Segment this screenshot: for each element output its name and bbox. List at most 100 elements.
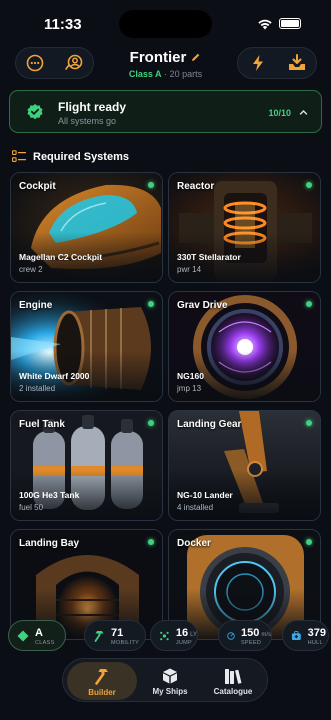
part-name: NG160 — [177, 371, 204, 381]
stat-value: A — [35, 627, 43, 640]
stat-value: 379 — [307, 627, 326, 640]
stat-unit: m/s — [261, 632, 271, 639]
dynamic-island — [119, 10, 212, 38]
stat-mobility[interactable]: 71 MOBILITY — [84, 620, 146, 651]
part-name: Magellan C2 Cockpit — [19, 252, 103, 262]
system-name: Landing Bay — [19, 538, 80, 549]
stat-class[interactable]: A CLASS — [8, 620, 66, 651]
battery-icon — [279, 18, 301, 29]
stat-value-row: A — [35, 624, 55, 640]
system-card-reactor[interactable]: Reactor 330T Stellarator pwr 14 — [168, 172, 321, 283]
stat-speed[interactable]: 150 m/s SPEED — [218, 620, 272, 651]
banner-title: Flight ready — [58, 100, 127, 114]
lightning-icon — [252, 55, 263, 71]
stat-text: A CLASS — [35, 624, 55, 647]
status-dot — [306, 539, 312, 545]
stat-key: SPEED — [240, 640, 262, 647]
ship-meta: Class A · 20 parts — [95, 69, 236, 79]
stat-text: 71 MOBILITY — [111, 624, 139, 647]
system-card-grav-drive[interactable]: Grav Drive NG160 jmp 13 — [168, 291, 321, 402]
flight-status-banner[interactable]: Flight ready All systems go 10/10 — [9, 90, 322, 133]
stat-key: HULL — [307, 640, 323, 647]
stat-hull[interactable]: 379 HULL — [282, 620, 329, 651]
hull-icon — [291, 630, 301, 640]
part-name: White Dwarf 2000 — [19, 371, 90, 381]
diamond-icon — [17, 630, 29, 641]
system-card-cockpit[interactable]: Cockpit Magellan C2 Cockpit crew 2 — [10, 172, 163, 283]
stat-key: JUMP — [175, 640, 193, 647]
stat-key: MOBILITY — [111, 640, 140, 647]
part-stat: pwr 14 — [177, 265, 202, 274]
stat-value-row: 150 m/s — [241, 624, 271, 640]
more-button[interactable] — [20, 48, 50, 78]
stat-text: 16 LY JUMP — [176, 624, 197, 647]
status-dot — [148, 539, 154, 545]
stat-unit: LY — [190, 632, 197, 639]
system-card-fuel-tank[interactable]: Fuel Tank 100G He3 Tank fuel 50 — [10, 410, 163, 521]
crew-button[interactable] — [59, 48, 89, 78]
stat-value: 150 — [240, 627, 260, 640]
banner-subtitle: All systems go — [58, 116, 117, 126]
part-stat: crew 2 — [19, 265, 43, 274]
stat-value: 71 — [111, 627, 124, 640]
tab-catalogue[interactable]: Catalogue — [201, 662, 265, 700]
speed-icon — [227, 631, 235, 640]
status-dot — [148, 301, 154, 307]
stat-value-row: 16 LY — [176, 624, 197, 640]
part-stat: jmp 13 — [177, 384, 202, 393]
part-stat: fuel 50 — [19, 503, 44, 512]
crew-icon — [64, 54, 83, 70]
stat-value-row: 71 — [111, 624, 139, 640]
part-stat: 4 installed — [177, 503, 214, 512]
stat-value-row: 379 — [308, 624, 328, 640]
stat-value: 16 — [175, 627, 189, 640]
shield-check-icon — [27, 103, 43, 119]
system-card-landing-gear[interactable]: Landing Gear NG-10 Lander 4 installed — [168, 410, 321, 521]
system-name: Grav Drive — [177, 300, 228, 311]
system-name: Cockpit — [19, 181, 56, 192]
system-name: Docker — [177, 538, 211, 549]
download-tray-icon — [288, 54, 305, 70]
part-name: NG-10 Lander — [177, 490, 233, 500]
books-icon — [225, 668, 242, 684]
part-stat: 2 installed — [19, 384, 56, 393]
system-name: Landing Gear — [177, 419, 242, 430]
stat-text: 150 m/s SPEED — [241, 624, 271, 647]
ship-title-block: Frontier Class A · 20 parts — [95, 49, 236, 79]
status-bar: 11:33 — [0, 0, 331, 44]
tab-label: Catalogue — [213, 686, 253, 696]
more-icon — [26, 54, 44, 72]
header-left-actions — [15, 47, 94, 79]
status-dot — [306, 301, 312, 307]
status-dot — [306, 182, 312, 188]
tab-bar: Builder My Ships Catalogue — [62, 658, 268, 702]
power-button[interactable] — [243, 48, 273, 78]
status-dot — [148, 420, 154, 426]
tab-my-ships[interactable]: My Ships — [139, 662, 201, 700]
stat-key: CLASS — [35, 640, 55, 647]
header-right-actions — [237, 47, 317, 79]
ship-class: Class A — [128, 69, 162, 79]
section-title: Required Systems — [33, 150, 129, 163]
wifi-icon — [258, 19, 272, 30]
jump-icon — [160, 631, 169, 640]
ship-stats-bar: A CLASS 71 MOBILITY 16 LY JUMP 150 m/s SPE… — [0, 620, 331, 653]
required-systems-heading: Required Systems — [12, 150, 129, 163]
parts-count: · 20 parts — [164, 69, 203, 79]
stat-jump[interactable]: 16 LY JUMP — [150, 620, 198, 651]
ship-name[interactable]: Frontier — [130, 49, 202, 66]
hammer-icon — [95, 668, 108, 685]
system-name: Reactor — [177, 181, 215, 192]
export-button[interactable] — [282, 48, 312, 78]
system-name: Fuel Tank — [19, 419, 65, 430]
system-card-engine[interactable]: Engine White Dwarf 2000 2 installed — [10, 291, 163, 402]
status-time: 11:33 — [44, 16, 82, 33]
tab-label: My Ships — [152, 686, 188, 696]
chevron-up-icon[interactable] — [299, 108, 308, 117]
systems-count: 10/10 — [268, 108, 291, 118]
pencil-icon[interactable] — [190, 52, 201, 63]
status-dot — [148, 182, 154, 188]
ship-name-text: Frontier — [129, 49, 187, 66]
part-name: 100G He3 Tank — [19, 490, 80, 500]
tab-builder[interactable]: Builder — [67, 662, 137, 700]
